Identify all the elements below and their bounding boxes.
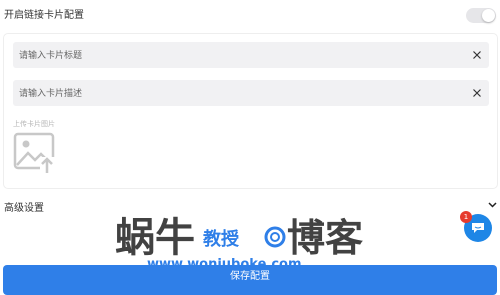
watermark-sub-text: 教授 xyxy=(203,228,240,250)
clear-icon[interactable] xyxy=(471,49,483,61)
chat-bubble-icon xyxy=(472,223,484,233)
chat-widget-button[interactable]: 1 xyxy=(460,211,492,242)
enable-link-card-toggle[interactable] xyxy=(466,8,496,23)
watermark-main-text: 蜗牛 xyxy=(115,215,195,261)
card-description-placeholder: 请输入卡片描述 xyxy=(19,89,83,99)
watermark-logo: 蜗牛 教授 博客 www.woniuboke.com xyxy=(115,215,363,271)
save-config-button[interactable]: 保存配置 xyxy=(3,265,497,295)
upload-image-label: 上传卡片图片 xyxy=(13,120,55,128)
chevron-down-icon[interactable] xyxy=(487,199,498,210)
clear-icon[interactable] xyxy=(471,87,483,99)
link-card-config-panel: 请输入卡片标题 请输入卡片描述 上传卡片图片 xyxy=(3,33,498,189)
image-upload-icon[interactable] xyxy=(13,132,55,174)
enable-link-card-label: 开启链接卡片配置 xyxy=(4,10,84,21)
watermark-right-text: 博客 xyxy=(287,216,363,260)
card-title-placeholder: 请输入卡片标题 xyxy=(19,51,83,61)
advanced-settings-label[interactable]: 高级设置 xyxy=(4,199,44,214)
toggle-knob xyxy=(482,9,495,22)
card-description-input[interactable]: 请输入卡片描述 xyxy=(13,80,489,106)
card-title-input[interactable]: 请输入卡片标题 xyxy=(13,42,489,68)
